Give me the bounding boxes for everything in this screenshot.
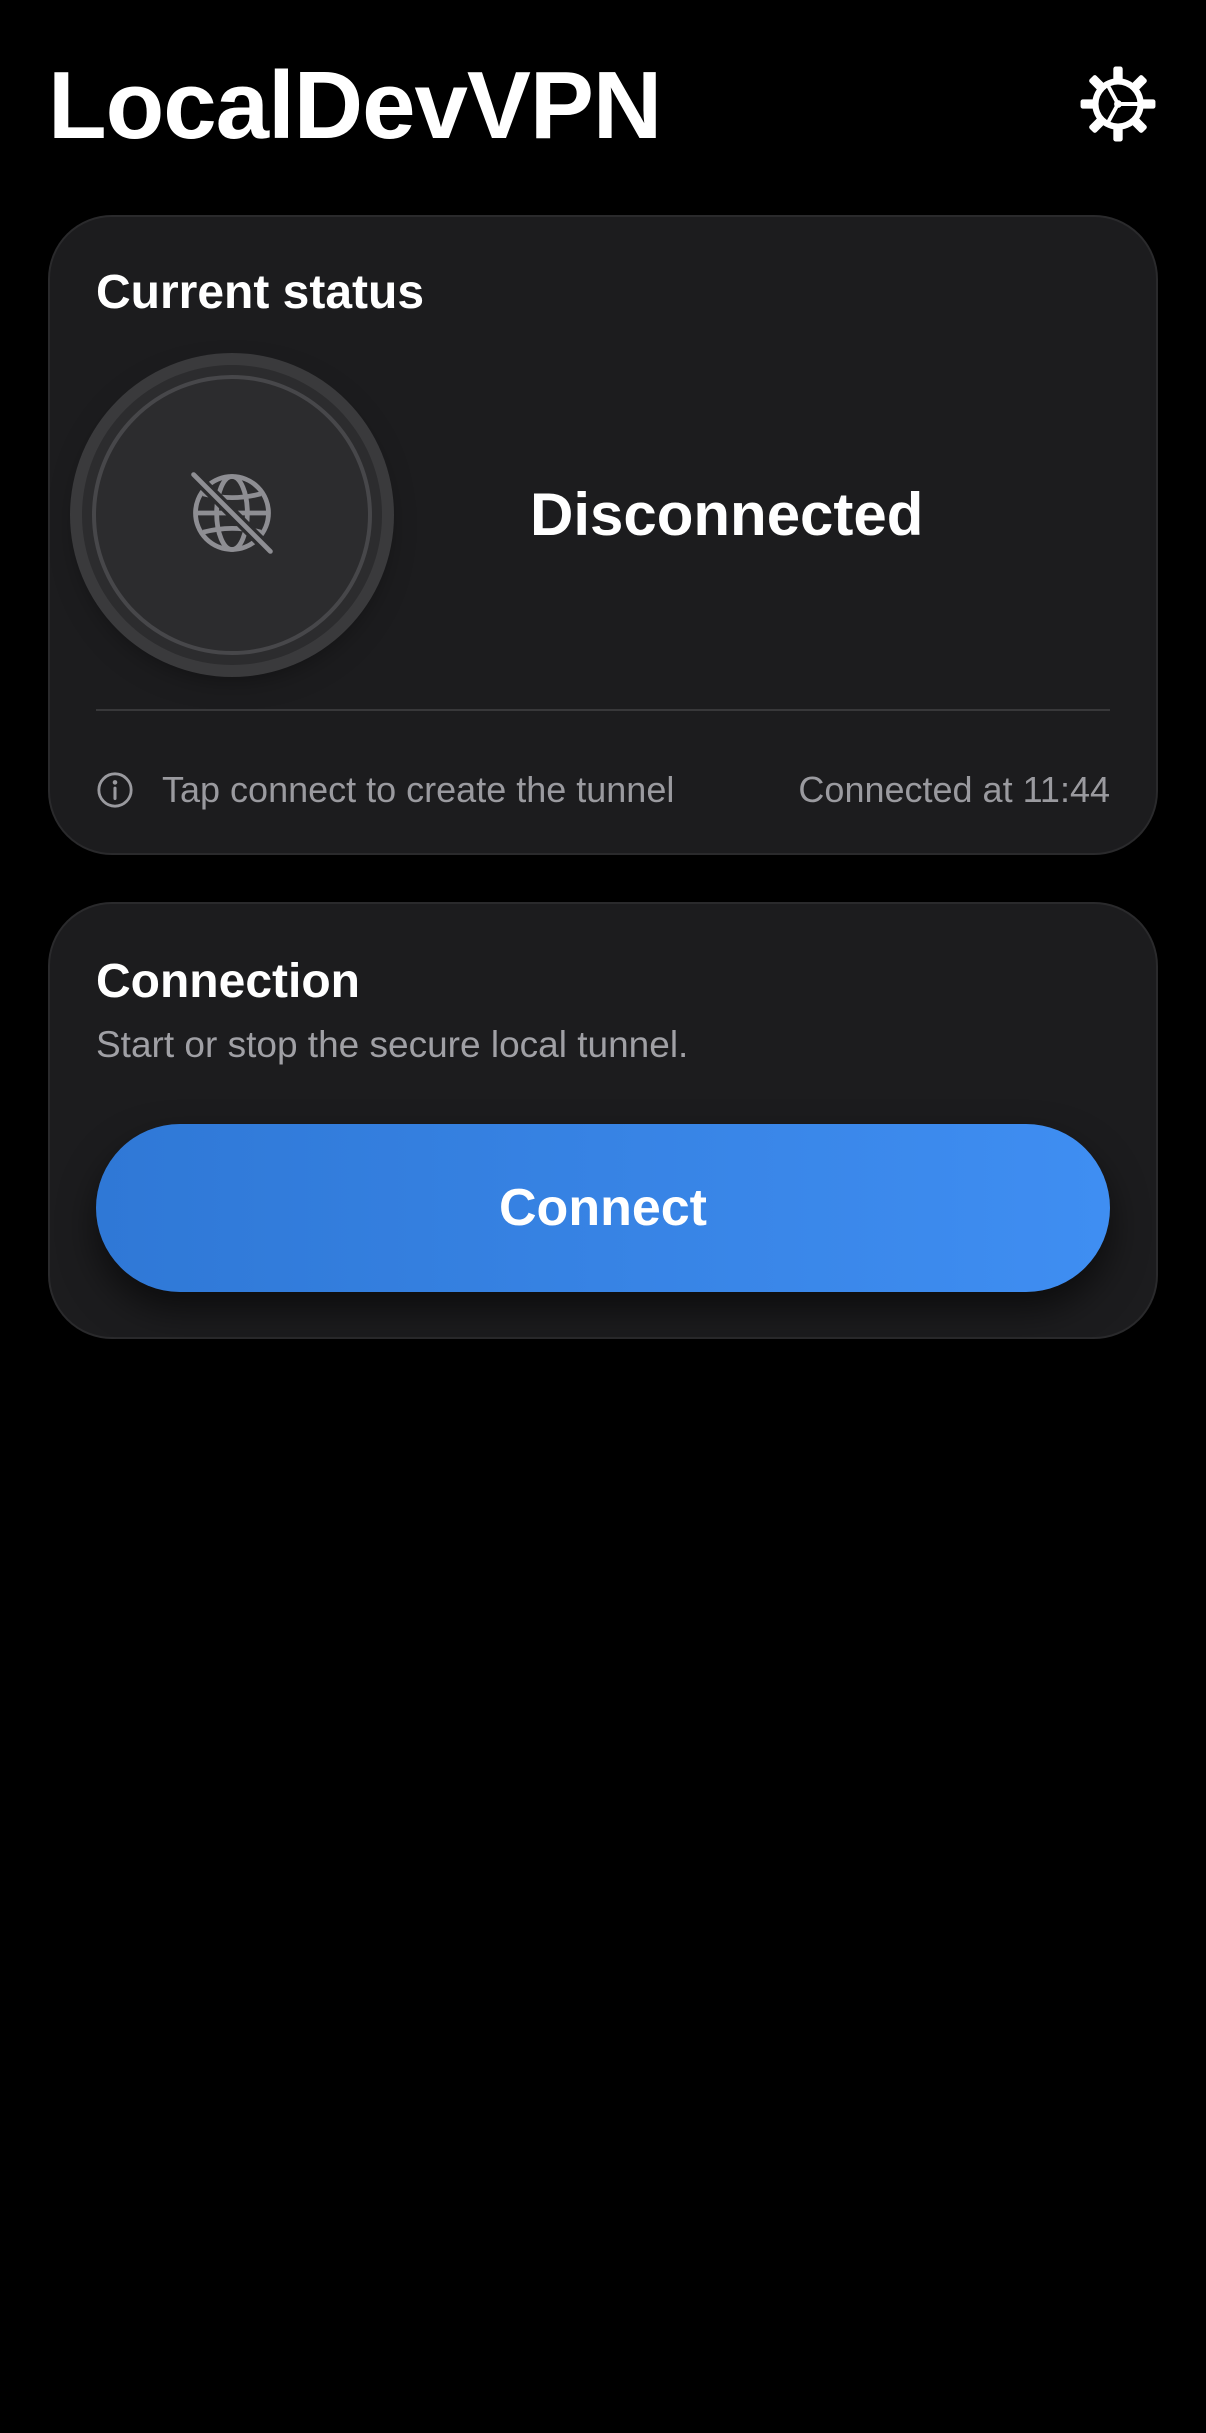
status-hint: Tap connect to create the tunnel [162, 769, 675, 810]
status-card-title: Current status [96, 266, 425, 319]
app-header: LocalDevVPN [48, 40, 1158, 180]
app-title: LocalDevVPN [48, 52, 662, 159]
gear-icon [1079, 65, 1157, 148]
status-card: Current status Disconnected Tap connect … [48, 215, 1158, 855]
connection-card: Connection Start or stop the secure loca… [48, 902, 1158, 1339]
connection-status: Disconnected [530, 481, 924, 548]
connected-at-time: Connected at 11:44 [798, 769, 1110, 810]
connection-card-subtitle: Start or stop the secure local tunnel. [96, 1024, 689, 1065]
status-indicator [82, 365, 382, 665]
connection-card-title: Connection [96, 955, 360, 1008]
divider [96, 709, 1110, 711]
status-footer: Tap connect to create the tunnel Connect… [96, 765, 1110, 815]
globe-slash-icon [184, 465, 280, 566]
connect-button-label: Connect [499, 1179, 707, 1237]
connect-button[interactable]: Connect [96, 1124, 1110, 1292]
settings-button[interactable] [1078, 66, 1158, 146]
info-icon [96, 771, 134, 809]
